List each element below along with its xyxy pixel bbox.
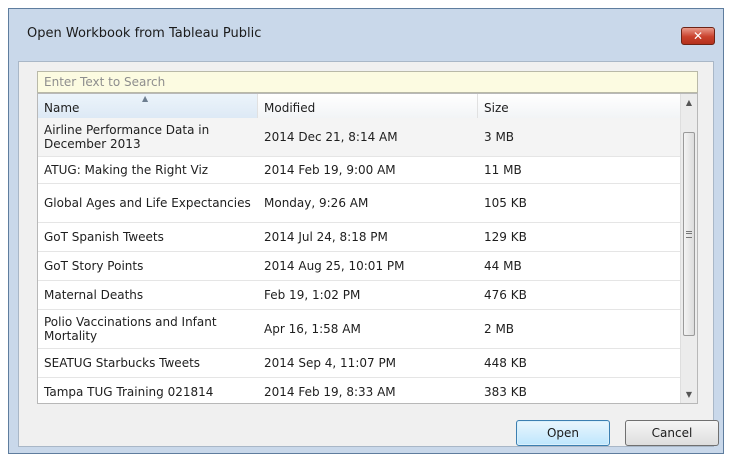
cell-name: SEATUG Starbucks Tweets — [44, 356, 201, 370]
cell-size: 2 MB — [484, 322, 515, 336]
sort-ascending-icon: ▲ — [142, 94, 149, 103]
background-strip — [0, 454, 730, 460]
cell-modified: 2014 Dec 21, 8:14 AM — [264, 130, 398, 144]
table-row[interactable]: GoT Story Points 2014 Aug 25, 10:01 PM 4… — [38, 252, 681, 281]
cell-modified: 2014 Jul 24, 8:18 PM — [264, 230, 388, 244]
table-row[interactable]: Polio Vaccinations and Infant Mortality … — [38, 310, 681, 349]
dialog-content: ▲ Name Modified Size Airline Performance… — [18, 61, 719, 447]
cancel-button[interactable]: Cancel — [625, 420, 719, 446]
open-workbook-dialog: Open Workbook from Tableau Public ✕ ▲ Na… — [8, 8, 724, 454]
title-bar[interactable]: Open Workbook from Tableau Public ✕ — [9, 9, 723, 61]
cell-modified: 2014 Feb 19, 8:33 AM — [264, 385, 396, 399]
table-row[interactable]: GoT Spanish Tweets 2014 Jul 24, 8:18 PM … — [38, 223, 681, 252]
cell-name: Airline Performance Data in December 201… — [44, 123, 210, 151]
table-row[interactable]: Maternal Deaths Feb 19, 1:02 PM 476 KB — [38, 281, 681, 310]
cell-size: 448 KB — [484, 356, 527, 370]
table-row[interactable]: ATUG: Making the Right Viz 2014 Feb 19, … — [38, 157, 681, 184]
column-header-name[interactable]: ▲ Name — [38, 94, 258, 118]
table-row[interactable]: SEATUG Starbucks Tweets 2014 Sep 4, 11:0… — [38, 349, 681, 378]
vertical-scrollbar[interactable]: ▲ ▼ — [680, 94, 697, 403]
column-header-modified[interactable]: Modified — [258, 94, 478, 118]
cell-modified: 2014 Aug 25, 10:01 PM — [264, 259, 405, 273]
column-header-label: Modified — [264, 101, 316, 115]
table-row[interactable]: Airline Performance Data in December 201… — [38, 118, 681, 157]
cell-name: GoT Spanish Tweets — [44, 230, 164, 244]
scroll-up-icon[interactable]: ▲ — [681, 94, 697, 111]
table-header: ▲ Name Modified Size — [38, 94, 681, 119]
cell-modified: Monday, 9:26 AM — [264, 196, 369, 210]
cell-name: Tampa TUG Training 021814 — [44, 385, 214, 399]
column-header-label: Name — [44, 101, 80, 115]
table-row[interactable]: Tampa TUG Training 021814 2014 Feb 19, 8… — [38, 378, 681, 403]
cell-name: Global Ages and Life Expectancies — [44, 196, 251, 210]
grip-icon — [686, 231, 692, 239]
column-header-label: Size — [484, 101, 509, 115]
cell-name: Polio Vaccinations and Infant Mortality — [44, 315, 217, 343]
cell-size: 3 MB — [484, 130, 515, 144]
cell-modified: Apr 16, 1:58 AM — [264, 322, 361, 336]
scroll-down-icon[interactable]: ▼ — [681, 386, 697, 403]
cell-size: 105 KB — [484, 196, 527, 210]
cell-name: ATUG: Making the Right Viz — [44, 163, 209, 177]
close-button[interactable]: ✕ — [681, 27, 715, 45]
cell-modified: Feb 19, 1:02 PM — [264, 288, 361, 302]
cell-size: 44 MB — [484, 259, 522, 273]
workbook-list: ▲ Name Modified Size Airline Performance… — [37, 93, 698, 404]
cell-name: Maternal Deaths — [44, 288, 144, 302]
search-input[interactable] — [37, 71, 698, 93]
dialog-title: Open Workbook from Tableau Public — [27, 26, 262, 41]
cell-size: 476 KB — [484, 288, 527, 302]
cell-size: 129 KB — [484, 230, 527, 244]
table-row[interactable]: Global Ages and Life Expectancies Monday… — [38, 184, 681, 223]
table-body: Airline Performance Data in December 201… — [38, 118, 681, 403]
cell-name: GoT Story Points — [44, 259, 144, 273]
cell-modified: 2014 Feb 19, 9:00 AM — [264, 163, 396, 177]
close-icon: ✕ — [692, 29, 704, 43]
cell-modified: 2014 Sep 4, 11:07 PM — [264, 356, 397, 370]
column-header-size[interactable]: Size — [478, 94, 681, 118]
open-button[interactable]: Open — [516, 420, 610, 446]
cell-size: 11 MB — [484, 163, 522, 177]
cell-size: 383 KB — [484, 385, 527, 399]
scrollbar-thumb[interactable] — [683, 132, 695, 337]
